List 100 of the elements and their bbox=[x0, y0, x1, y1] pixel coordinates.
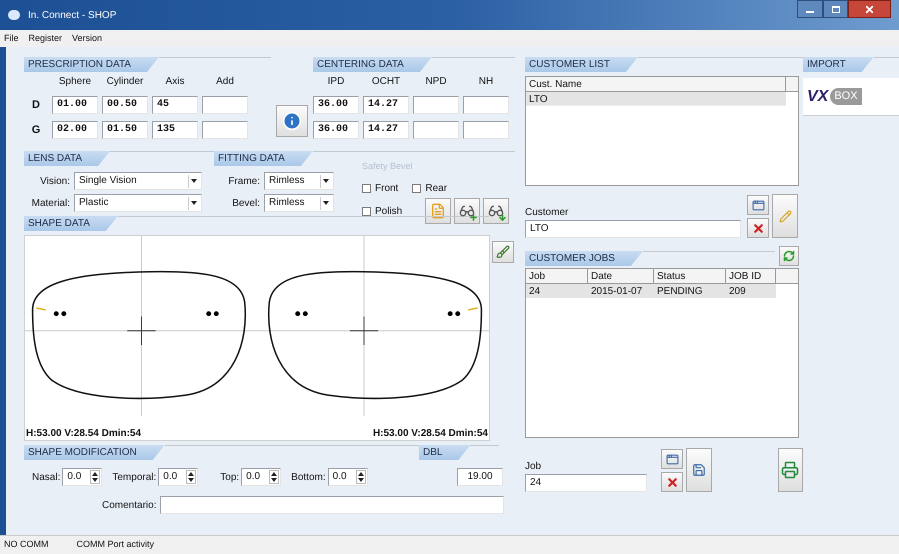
status-text: COMM Port activity bbox=[76, 538, 154, 552]
close-icon bbox=[864, 4, 875, 14]
table-row[interactable]: LTO bbox=[526, 92, 786, 106]
section-header: SHAPE MODIFICATION bbox=[24, 445, 165, 460]
save-button[interactable] bbox=[686, 448, 712, 492]
refresh-button[interactable] bbox=[779, 246, 799, 266]
table-cell-text: 209 bbox=[728, 285, 747, 298]
input-field[interactable]: 14.27 bbox=[363, 96, 409, 114]
printer-icon bbox=[781, 461, 800, 479]
dropdown[interactable]: Plastic bbox=[74, 194, 202, 212]
delete-icon bbox=[752, 222, 764, 234]
section-header: CUSTOMER JOBS bbox=[525, 251, 643, 266]
input-field[interactable] bbox=[413, 121, 459, 139]
input-field[interactable]: 36.00 bbox=[313, 96, 359, 114]
dropdown[interactable]: Single Vision bbox=[74, 172, 202, 190]
section-header: IMPORT bbox=[803, 57, 874, 72]
send-job-button[interactable] bbox=[778, 448, 803, 492]
download-glasses-button[interactable] bbox=[483, 198, 509, 224]
close-button[interactable] bbox=[848, 0, 891, 18]
new-customer-button[interactable] bbox=[747, 195, 769, 215]
column-label: Add bbox=[215, 75, 235, 89]
input-field[interactable]: 135 bbox=[152, 121, 198, 139]
input-field[interactable] bbox=[463, 96, 509, 114]
spin-down-icon bbox=[92, 478, 98, 482]
table-row[interactable]: 24 2015-01-07 PENDING 209 bbox=[526, 284, 776, 298]
menu-item[interactable]: Version bbox=[72, 32, 102, 46]
dropdown-arrow-icon bbox=[323, 179, 329, 183]
input-field[interactable]: 45 bbox=[152, 96, 198, 114]
spin-up-icon bbox=[92, 472, 98, 476]
input-field[interactable] bbox=[463, 121, 509, 139]
new-window-icon bbox=[666, 452, 678, 466]
row-label: D bbox=[31, 98, 41, 113]
section-header: SHAPE DATA bbox=[24, 216, 118, 231]
brush-button[interactable] bbox=[492, 241, 514, 263]
menu-item[interactable]: File bbox=[4, 32, 19, 46]
checkbox[interactable] bbox=[412, 184, 422, 193]
checkbox[interactable] bbox=[362, 184, 371, 193]
field-label: Bottom: bbox=[291, 470, 326, 484]
input-field[interactable]: 02.00 bbox=[52, 121, 98, 139]
dbl-field[interactable]: 19.00 bbox=[457, 468, 503, 486]
column-label: Axis bbox=[164, 75, 186, 89]
spinner-field[interactable]: 0.0 bbox=[62, 468, 102, 486]
input-field[interactable] bbox=[202, 121, 248, 139]
column-label: IPD bbox=[326, 75, 346, 89]
input-field[interactable]: 01.00 bbox=[52, 96, 98, 114]
input-field[interactable]: 14.27 bbox=[363, 121, 409, 139]
add-glasses-button[interactable] bbox=[454, 198, 480, 224]
table-cell-text: 2015-01-07 bbox=[590, 285, 644, 298]
column-header[interactable]: Job bbox=[526, 269, 588, 283]
spin-down-icon bbox=[188, 478, 194, 482]
delete-icon bbox=[666, 476, 678, 488]
glasses-plus-icon bbox=[459, 203, 475, 219]
comment-field[interactable] bbox=[160, 496, 504, 514]
window-title: In. Connect - SHOP bbox=[28, 8, 116, 22]
delete-job-button[interactable] bbox=[661, 472, 683, 492]
dropdown[interactable]: Rimless bbox=[264, 194, 334, 212]
spinner-field[interactable]: 0.0 bbox=[241, 468, 282, 486]
dropdown-arrow-icon bbox=[323, 201, 329, 205]
column-header[interactable]: JOB ID bbox=[726, 269, 776, 283]
customer-field[interactable]: LTO bbox=[525, 220, 741, 238]
import-logo[interactable]: VX BOX bbox=[803, 78, 899, 116]
checkbox-label: Polish bbox=[375, 205, 402, 219]
input-field[interactable]: 00.50 bbox=[102, 96, 148, 114]
section-header: FITTING DATA bbox=[214, 151, 313, 166]
edit-customer-button[interactable] bbox=[772, 194, 798, 238]
field-label: Bevel: bbox=[231, 196, 260, 210]
minimize-button[interactable] bbox=[797, 0, 823, 18]
section-header: PRESCRIPTION DATA bbox=[24, 57, 159, 72]
input-field[interactable] bbox=[413, 96, 459, 114]
column-header[interactable]: Status bbox=[654, 269, 726, 283]
column-label: OCHT bbox=[370, 75, 402, 89]
info-button[interactable] bbox=[276, 105, 308, 137]
dropdown[interactable]: Rimless bbox=[264, 172, 334, 190]
column-label: Cylinder bbox=[106, 75, 144, 89]
section-header: LENS DATA bbox=[24, 151, 110, 166]
job-field[interactable]: 24 bbox=[525, 474, 647, 492]
input-field[interactable] bbox=[202, 96, 248, 114]
field-label: Top: bbox=[220, 470, 240, 484]
checkbox[interactable] bbox=[362, 207, 371, 216]
delete-customer-button[interactable] bbox=[747, 218, 769, 238]
maximize-button[interactable] bbox=[823, 0, 848, 18]
spin-up-icon bbox=[358, 472, 364, 476]
dropdown-arrow-icon bbox=[191, 201, 197, 205]
column-header[interactable]: Date bbox=[588, 269, 654, 283]
spin-up-icon bbox=[188, 472, 194, 476]
input-field[interactable]: 36.00 bbox=[313, 121, 359, 139]
spinner-field[interactable]: 0.0 bbox=[158, 468, 198, 486]
logo-mark: VX bbox=[807, 86, 828, 106]
field-label: Comentario: bbox=[102, 498, 156, 512]
table-cell-text: PENDING bbox=[656, 285, 704, 298]
info-icon bbox=[282, 111, 302, 131]
input-field[interactable]: 01.50 bbox=[102, 121, 148, 139]
spinner-field[interactable]: 0.0 bbox=[328, 468, 368, 486]
dropdown-arrow-icon bbox=[191, 179, 197, 183]
checkbox-label: Rear bbox=[425, 182, 448, 196]
menu-item[interactable]: Register bbox=[28, 32, 62, 46]
status-text: NO COMM bbox=[4, 538, 48, 552]
section-header: CUSTOMER LIST bbox=[525, 57, 638, 72]
checkbox-label: Front bbox=[375, 182, 398, 196]
new-job-button[interactable] bbox=[661, 449, 683, 469]
